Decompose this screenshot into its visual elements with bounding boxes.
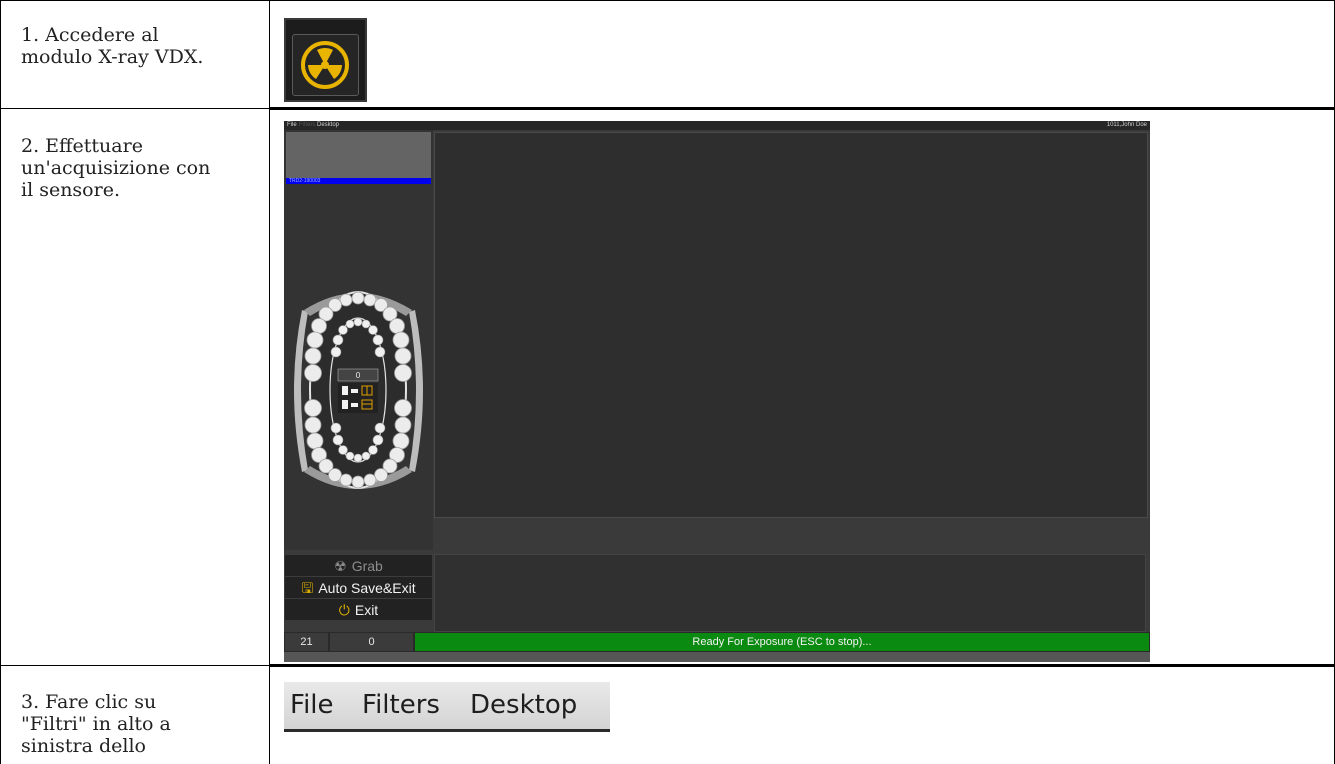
- thumbnail-area: [286, 132, 431, 178]
- status-cell-left: 21: [285, 633, 328, 651]
- image-viewer: [434, 132, 1148, 518]
- radiation-icon: [292, 34, 359, 96]
- app-menu-file[interactable]: File: [287, 121, 297, 130]
- step-1-text: 1. Accedere al modulo X-ray VDX.: [21, 24, 203, 68]
- chart-counter: 0: [356, 371, 361, 380]
- step-3-text: 3. Fare clic su "Filtri" in alto a sinis…: [21, 691, 171, 757]
- app-menu-filters[interactable]: Filters: [299, 121, 315, 130]
- status-cell-middle: 0: [330, 633, 413, 651]
- status-message: Ready For Exposure (ESC to stop)...: [415, 633, 1149, 651]
- step-2-text: 2. Effettuare un'acquisizione con il sen…: [21, 135, 210, 201]
- floppy-icon: 🖫: [301, 580, 314, 596]
- step-2-line-1: 2. Effettuare: [21, 135, 143, 157]
- menu-file[interactable]: File: [290, 682, 334, 728]
- step-3-line-1: 3. Fare clic su: [21, 691, 157, 713]
- auto-save-label: Auto Save&Exit: [318, 580, 416, 596]
- table-left-border: [0, 0, 1, 764]
- step-2-line-3: il sensore.: [21, 179, 120, 201]
- app-menubar: File Filters Desktop 1011,John Doe: [284, 121, 1150, 130]
- step-3-line-3: sinistra dello: [21, 735, 146, 757]
- xray-acquisition-window: File Filters Desktop 1011,John Doe TRD2-…: [284, 121, 1150, 662]
- row-divider-2-bold: [269, 664, 1335, 667]
- exit-label: Exit: [354, 602, 379, 618]
- table-column-divider: [269, 0, 270, 764]
- step-3-line-2: "Filtri" in alto a: [21, 713, 171, 735]
- app-user-label: 1011,John Doe: [1106, 122, 1147, 128]
- instruction-table: 1. Accedere al modulo X-ray VDX. 2. Effe…: [0, 0, 1335, 764]
- menubar-closeup: File Filters Desktop: [284, 682, 610, 732]
- status-bar: 21 0 Ready For Exposure (ESC to stop)...: [284, 632, 1150, 652]
- radiation-small-icon: ☢: [334, 558, 347, 574]
- app-menu-desktop[interactable]: Desktop: [317, 121, 339, 130]
- row-divider-1-bold: [269, 107, 1335, 110]
- exit-button[interactable]: ⏻ Exit: [285, 598, 432, 620]
- grab-label: Grab: [351, 558, 383, 574]
- dental-chart[interactable]: 0: [284, 280, 433, 502]
- step-2-line-2: un'acquisizione con: [21, 157, 211, 179]
- grab-button[interactable]: ☢ Grab: [285, 554, 432, 576]
- table-top-border: [0, 0, 1335, 1]
- power-icon: ⏻: [338, 602, 350, 618]
- auto-save-exit-button[interactable]: 🖫 Auto Save&Exit: [285, 576, 432, 598]
- patient-list-item[interactable]: TRD2-190003: [286, 178, 431, 184]
- step-1-line-1: 1. Accedere al: [21, 24, 159, 46]
- lower-info-panel: [434, 554, 1146, 632]
- xray-module-button[interactable]: [284, 18, 367, 102]
- app-bottom-strip: [284, 652, 1150, 662]
- menu-desktop[interactable]: Desktop: [470, 682, 577, 728]
- menu-filters[interactable]: Filters: [362, 682, 440, 728]
- app-left-panel: TRD2-190003 0: [284, 130, 433, 550]
- step-1-line-2: modulo X-ray VDX.: [21, 46, 204, 68]
